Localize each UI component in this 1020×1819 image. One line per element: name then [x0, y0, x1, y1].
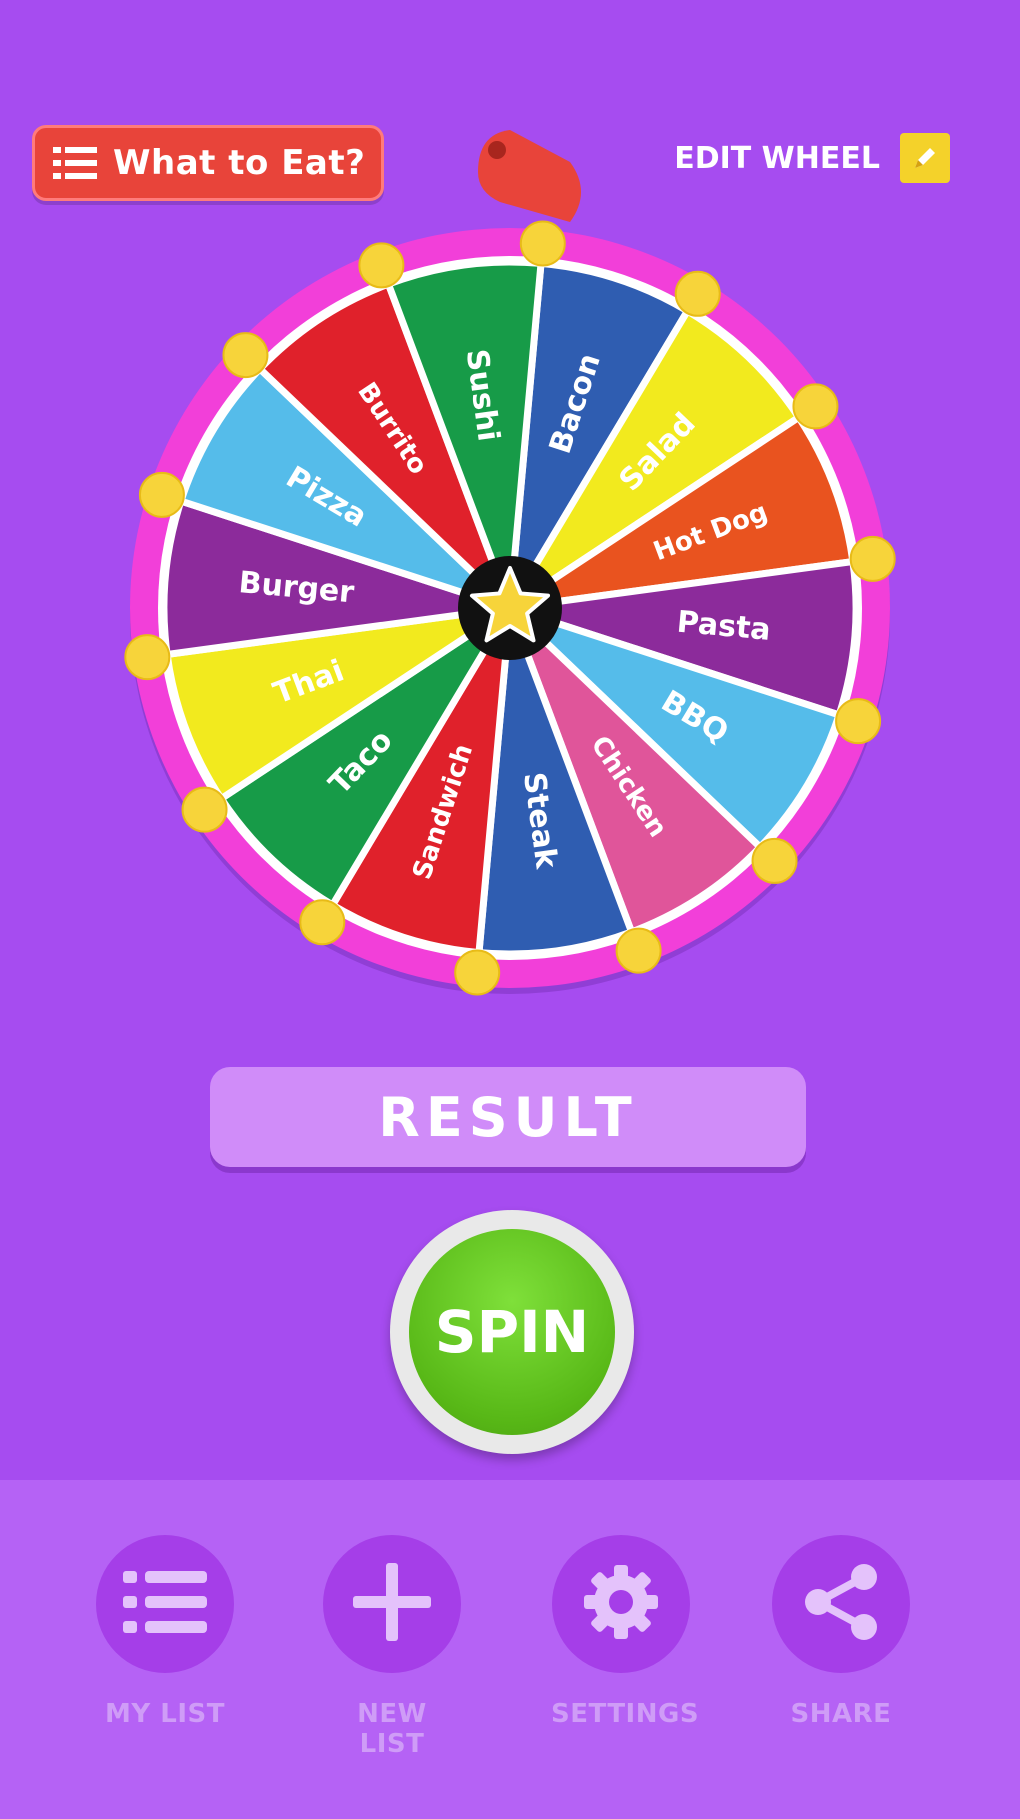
- wheel-peg: [835, 698, 882, 745]
- nav-settings-button[interactable]: [552, 1535, 690, 1673]
- spin-button[interactable]: SPIN: [390, 1210, 634, 1454]
- wheel-peg: [181, 786, 228, 833]
- wheel-peg: [454, 949, 501, 996]
- nav-share[interactable]: SHARE: [771, 1535, 911, 1729]
- wheel-peg: [751, 837, 798, 884]
- wheel-peg: [849, 535, 896, 582]
- nav-share-button[interactable]: [772, 1535, 910, 1673]
- spin-label: SPIN: [434, 1298, 590, 1366]
- spin-wheel[interactable]: Bacon Salad Hot Dog Pasta BBQ Chicken Steak San…: [0, 0, 1020, 1010]
- wheel-peg: [792, 383, 839, 430]
- nav-my-list[interactable]: MY LIST: [95, 1535, 235, 1729]
- wheel-graphic: Bacon SaladHot DogPastaBBQChickenSteakSan…: [124, 130, 896, 996]
- wheel-peg: [615, 927, 662, 974]
- wheel-peg: [519, 220, 566, 267]
- plus-icon: [353, 1563, 431, 1645]
- list-icon: [123, 1569, 207, 1639]
- wheel-peg: [222, 332, 269, 379]
- wheel-peg: [674, 270, 721, 317]
- wheel-peg: [358, 242, 405, 289]
- bottom-nav: MY LIST NEW LIST SETTINGS SHARE: [0, 1480, 1020, 1819]
- nav-my-list-button[interactable]: [96, 1535, 234, 1673]
- nav-new-list[interactable]: NEW LIST: [322, 1535, 462, 1759]
- nav-new-list-button[interactable]: [323, 1535, 461, 1673]
- result-label: RESULT: [378, 1085, 638, 1149]
- gear-icon: [582, 1563, 660, 1645]
- wheel-pointer: [478, 130, 581, 222]
- wheel-peg: [138, 471, 185, 518]
- result-display: RESULT: [210, 1067, 806, 1167]
- wheel-peg: [299, 899, 346, 946]
- nav-settings[interactable]: SETTINGS: [551, 1535, 700, 1729]
- nav-share-label: SHARE: [790, 1699, 892, 1729]
- nav-new-list-label: NEW LIST: [357, 1699, 427, 1759]
- wheel-peg: [124, 634, 171, 681]
- nav-settings-label: SETTINGS: [551, 1699, 700, 1729]
- nav-my-list-label: MY LIST: [105, 1699, 225, 1729]
- share-icon: [802, 1563, 880, 1645]
- spin-button-face: SPIN: [409, 1229, 615, 1435]
